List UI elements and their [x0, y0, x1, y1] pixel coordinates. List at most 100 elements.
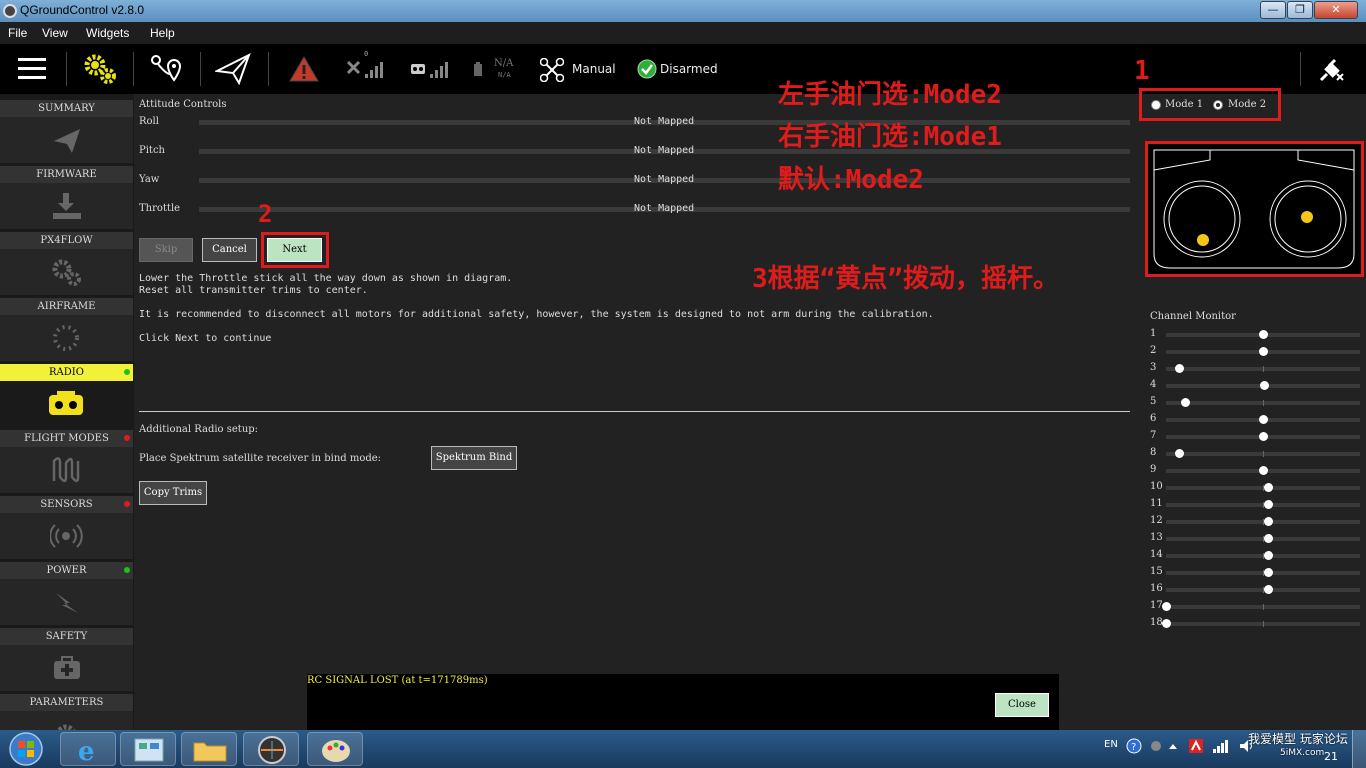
attitude-row-value: Not Mapped	[634, 203, 695, 214]
hamburger-menu-icon[interactable]	[18, 56, 48, 82]
skip-button[interactable]: Skip	[139, 238, 193, 262]
mode-1-label[interactable]: Mode 1	[1165, 99, 1203, 110]
menu-bar: File View Widgets Help	[0, 22, 1366, 44]
folder-icon	[193, 742, 227, 762]
gears-icon	[52, 259, 81, 286]
quad-frame-icon	[540, 58, 564, 82]
forum-watermark: 我爱模型 玩家论坛	[1248, 732, 1348, 746]
channel-number: 4	[1150, 379, 1157, 390]
arm-status[interactable]: Disarmed	[660, 62, 718, 76]
channel-number: 17	[1150, 600, 1163, 611]
channel-row: 8	[1148, 445, 1362, 462]
sidebar-item-label: FLIGHT MODES	[0, 430, 133, 447]
channel-row: 18	[1148, 615, 1362, 632]
close-window-button[interactable]: ✕	[1314, 1, 1358, 19]
ie-taskbar-item[interactable]: e	[60, 732, 116, 767]
attitude-row-name: Pitch	[139, 145, 165, 156]
channel-monitor: 1 2 3 4 5 6 7 8 9 10 11 12 13 14 15 16 17 18	[1148, 326, 1362, 632]
channel-value-knob	[1180, 398, 1190, 407]
gps-icon	[346, 60, 383, 78]
channel-number: 2	[1150, 345, 1157, 356]
instruction-line-2: Reset all transmitter trims to center.	[139, 285, 368, 296]
battery-icon	[474, 62, 482, 76]
airframe-icon	[53, 325, 79, 351]
channel-value-knob	[1264, 500, 1274, 509]
channel-value-knob	[1264, 483, 1274, 492]
attitude-row-value: Not Mapped	[634, 116, 695, 127]
battery-value: N/A	[494, 58, 514, 69]
mode-2-radio[interactable]	[1213, 100, 1223, 110]
network-icon[interactable]	[1212, 738, 1230, 754]
setup-gears-icon[interactable]	[82, 52, 118, 86]
channel-center-tick	[1263, 400, 1264, 406]
taskbar: e EN ? 我爱模型 玩家论坛 5iMX.com 21	[0, 730, 1366, 768]
channel-value-knob	[1260, 381, 1270, 390]
copy-trims-button[interactable]: Copy Trims	[139, 481, 207, 505]
channel-number: 14	[1150, 549, 1163, 560]
app-icon	[3, 4, 17, 18]
fly-plane-icon[interactable]	[215, 53, 251, 85]
channel-number: 18	[1150, 617, 1163, 628]
status-dot	[124, 567, 130, 573]
control-panel-taskbar-item[interactable]	[120, 732, 176, 766]
sidebar-item-label: FIRMWARE	[0, 166, 133, 183]
channel-row: 16	[1148, 581, 1362, 598]
plan-waypoint-icon[interactable]	[148, 52, 184, 86]
menu-file[interactable]: File	[8, 26, 27, 40]
flight-mode-label[interactable]: Manual	[572, 62, 616, 76]
channel-value-knob	[1161, 602, 1171, 611]
notify-icon[interactable]	[1150, 739, 1162, 753]
channel-row: 14	[1148, 547, 1362, 564]
channel-row: 1	[1148, 326, 1362, 343]
channel-row: 11	[1148, 496, 1362, 513]
menu-help[interactable]: Help	[150, 26, 175, 40]
channel-row: 6	[1148, 411, 1362, 428]
channel-row: 15	[1148, 564, 1362, 581]
menu-widgets[interactable]: Widgets	[86, 26, 129, 40]
channel-center-tick	[1263, 451, 1264, 457]
qgc-taskbar-item[interactable]	[243, 732, 299, 766]
show-desktop-button[interactable]	[1352, 730, 1366, 768]
channel-value-knob	[1258, 347, 1268, 356]
cancel-button[interactable]: Cancel	[202, 238, 257, 262]
disconnect-plug-icon[interactable]	[1315, 54, 1349, 86]
download-icon	[53, 193, 81, 219]
mode-1-radio[interactable]	[1151, 100, 1161, 110]
show-hidden-icons-icon[interactable]	[1168, 742, 1178, 750]
channel-value-knob	[1264, 551, 1274, 560]
attitude-row-value: Not Mapped	[634, 174, 695, 185]
sidebar: SUMMARY FIRMWARE PX4FLOW AIRFRAME RADIO …	[0, 94, 134, 730]
channel-number: 13	[1150, 532, 1163, 543]
security-app-icon[interactable]	[1188, 738, 1204, 754]
channel-row: 4	[1148, 377, 1362, 394]
clock[interactable]: 21	[1324, 750, 1338, 763]
channel-value-knob	[1264, 517, 1274, 526]
attitude-controls-title: Attitude Controls	[139, 99, 227, 110]
warning-icon[interactable]	[288, 55, 320, 83]
start-orb-icon[interactable]	[4, 731, 48, 767]
minimize-button[interactable]: —	[1260, 1, 1286, 19]
status-dot	[124, 435, 130, 441]
sidebar-item-label: SUMMARY	[0, 100, 133, 117]
instruction-line-1: Lower the Throttle stick all the way dow…	[139, 273, 513, 284]
spektrum-bind-button[interactable]: Spektrum Bind	[431, 446, 517, 470]
menu-view[interactable]: View	[42, 26, 68, 40]
status-dot	[124, 501, 130, 507]
help-icon[interactable]: ?	[1126, 738, 1142, 754]
title-bar: QGroundControl v2.8.0 — ❐ ✕	[0, 0, 1366, 22]
next-button[interactable]: Next	[267, 238, 322, 262]
rc-signal-icon	[411, 62, 448, 78]
channel-number: 15	[1150, 566, 1163, 577]
mode-2-label[interactable]: Mode 2	[1228, 99, 1266, 110]
paint-taskbar-item[interactable]	[307, 732, 363, 766]
channel-row: 7	[1148, 428, 1362, 445]
sidebar-item-label: RADIO	[0, 364, 133, 381]
input-language[interactable]: EN	[1104, 739, 1118, 750]
channel-number: 6	[1150, 413, 1157, 424]
attitude-row-name: Yaw	[139, 174, 160, 185]
close-button[interactable]: Close	[995, 693, 1049, 717]
maximize-button[interactable]: ❐	[1287, 1, 1313, 19]
channel-row: 17	[1148, 598, 1362, 615]
check-icon	[637, 59, 657, 79]
explorer-taskbar-item[interactable]	[181, 732, 237, 766]
